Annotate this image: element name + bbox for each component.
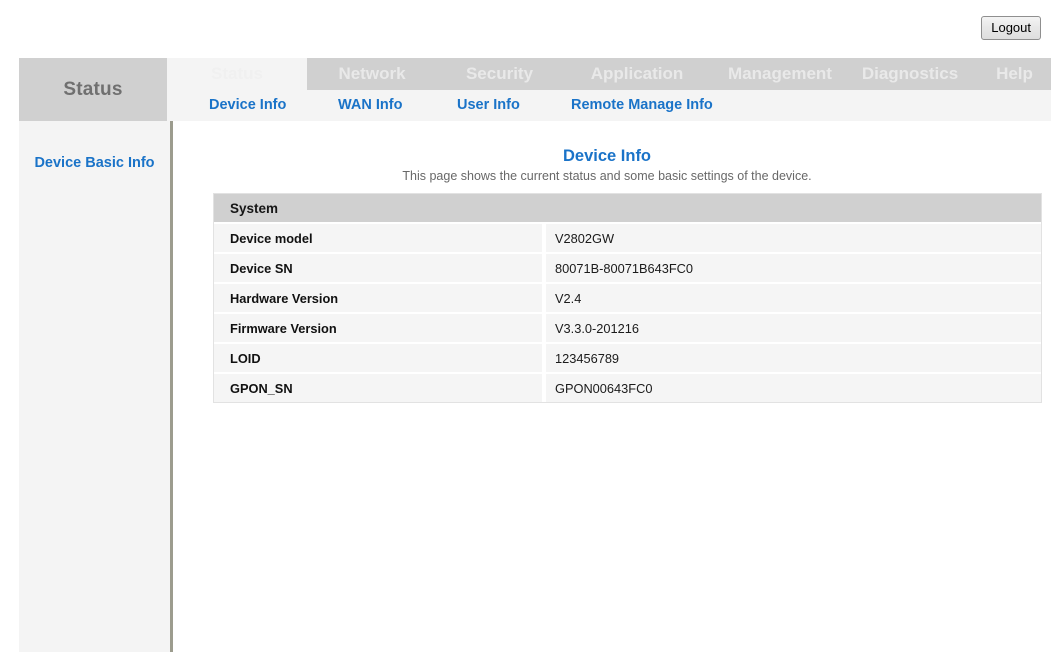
logout-button[interactable]: Logout — [981, 16, 1041, 40]
device-info-table: System Device modelV2802GWDevice SN80071… — [213, 193, 1042, 403]
nav-item-application[interactable]: Application — [562, 58, 712, 90]
main-navigation-row: Status StatusNetworkSecurityApplicationM… — [0, 58, 1051, 90]
table-cell-label: Device SN — [214, 252, 546, 282]
section-title-label: Status — [63, 79, 122, 101]
page-subtitle: This page shows the current status and s… — [173, 169, 1041, 183]
nav-item-security[interactable]: Security — [437, 58, 562, 90]
subnav-item-remote-manage-info[interactable]: Remote Manage Info — [571, 90, 713, 121]
table-cell-value: 123456789 — [546, 342, 1041, 372]
table-cell-value: V2.4 — [546, 282, 1041, 312]
table-row: GPON_SNGPON00643FC0 — [214, 372, 1041, 402]
main-content: Device Info This page shows the current … — [173, 121, 1051, 652]
table-row: Hardware VersionV2.4 — [214, 282, 1041, 312]
main-nav-bar: StatusNetworkSecurityApplicationManageme… — [167, 58, 1051, 90]
sub-nav-bar: Device Info WAN Info User Info Remote Manag… — [167, 90, 1051, 121]
topbar: Logout — [0, 0, 1051, 58]
sidebar: Device Basic Info — [19, 121, 170, 652]
sidebar-item-device-basic-info[interactable]: Device Basic Info — [19, 155, 170, 171]
table-cell-label: GPON_SN — [214, 372, 546, 402]
nav-item-diagnostics[interactable]: Diagnostics — [830, 58, 990, 90]
table-row: Device SN80071B-80071B643FC0 — [214, 252, 1041, 282]
nav-item-help[interactable]: Help — [982, 58, 1047, 90]
table-cell-value: V3.3.0-201216 — [546, 312, 1041, 342]
table-section-header: System — [214, 194, 1041, 222]
table-cell-label: Firmware Version — [214, 312, 546, 342]
table-cell-value: GPON00643FC0 — [546, 372, 1041, 402]
table-section-title: System — [214, 194, 1041, 222]
table-cell-value: 80071B-80071B643FC0 — [546, 252, 1041, 282]
table-row: Firmware VersionV3.3.0-201216 — [214, 312, 1041, 342]
nav-item-network[interactable]: Network — [307, 58, 437, 90]
subnav-item-user-info[interactable]: User Info — [457, 90, 520, 121]
router-admin-page: Logout Status StatusNetworkSecurityAppli… — [0, 0, 1051, 652]
subnav-item-device-info[interactable]: Device Info — [209, 90, 286, 121]
page-title: Device Info — [173, 147, 1041, 166]
section-title-block: Status — [19, 58, 167, 121]
nav-item-status[interactable]: Status — [167, 58, 307, 90]
table-row: LOID123456789 — [214, 342, 1041, 372]
table-cell-value: V2802GW — [546, 222, 1041, 252]
table-cell-label: LOID — [214, 342, 546, 372]
subnav-item-wan-info[interactable]: WAN Info — [338, 90, 402, 121]
table-row: Device modelV2802GW — [214, 222, 1041, 252]
table-cell-label: Device model — [214, 222, 546, 252]
table-cell-label: Hardware Version — [214, 282, 546, 312]
